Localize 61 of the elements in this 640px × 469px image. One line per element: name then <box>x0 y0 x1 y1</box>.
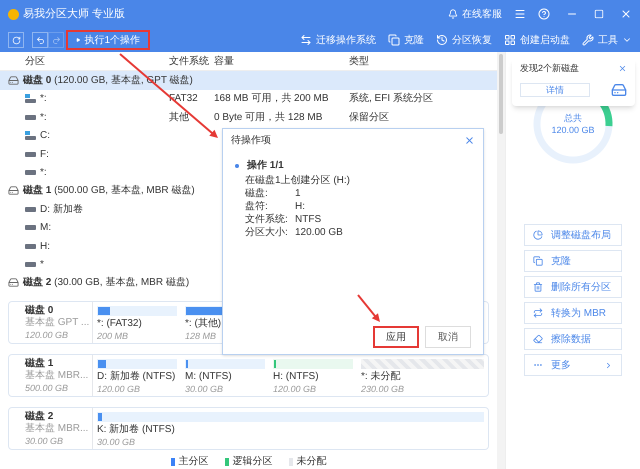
disk-type: 基本盘 GPT ... <box>25 316 90 329</box>
field-label: 盘符: <box>245 200 269 213</box>
field-label: 分区大小: <box>245 226 289 239</box>
partition-name: *: <box>40 166 47 180</box>
disk-size: 500.00 GB <box>25 382 70 394</box>
table-cell-text: 其他 <box>168 110 190 125</box>
dialog-title: 待操作项 <box>231 134 271 148</box>
partition-size: 120.00 GB <box>273 383 318 396</box>
disk-type: 基本盘 MBR... <box>25 422 90 435</box>
field-label: 磁盘: <box>245 187 269 200</box>
operation-description: 在磁盘1上创建分区 (H:) <box>244 174 351 187</box>
donut-value: 120.00 GB <box>551 124 595 136</box>
partition-name: H: <box>40 240 50 254</box>
field-value: H: <box>295 200 305 213</box>
partition-label: *: (其他) <box>185 318 222 330</box>
column-header: 文件系统 <box>168 54 210 69</box>
column-header: 分区 <box>24 54 46 69</box>
field-value: 1 <box>295 187 301 200</box>
partition-name: D: 新加卷 <box>40 202 83 217</box>
disk-size: 30.00 GB <box>25 434 64 447</box>
legend-label: 主分区 <box>178 454 208 469</box>
partition-size: 200 MB <box>97 330 130 342</box>
notice-text: 发现2个新磁盘 <box>520 62 580 75</box>
disk-name: 磁盘 2 <box>25 410 54 422</box>
disk-label: 磁盘 1 (500.00 GB, 基本盘, MBR 磁盘) <box>23 184 195 198</box>
partition-name: *: <box>40 110 47 125</box>
disk-type: 基本盘 MBR... <box>25 370 90 382</box>
column-header: 类型 <box>348 54 370 69</box>
field-value: NTFS <box>295 213 322 226</box>
partition-size: 128 MB <box>185 330 218 342</box>
disk-label: 磁盘 2 (30.00 GB, 基本盘, MBR 磁盘) <box>23 276 190 290</box>
disk-name: 磁盘 1 <box>25 358 54 370</box>
partition-size: 230.00 GB <box>361 383 406 396</box>
partition-name: F: <box>40 148 49 162</box>
table-cell-text: 系统, EFI 系统分区 <box>348 92 433 106</box>
partition-label: *: 未分配 <box>361 371 402 384</box>
field-value: 120.00 GB <box>295 226 343 239</box>
table-cell-text: 168 MB 可用，共 200 MB <box>213 92 330 106</box>
partition-label: D: 新加卷 (NTFS) <box>97 371 176 384</box>
legend-label: 逻辑分区 <box>232 454 272 469</box>
disk-size: 120.00 GB <box>25 328 70 341</box>
partition-label: *: (FAT32) <box>97 318 143 330</box>
disk-name: 磁盘 0 <box>25 304 54 316</box>
donut-label: 总共 <box>564 112 582 124</box>
partition-size: 30.00 GB <box>97 436 136 448</box>
partition-name: C: <box>40 129 50 144</box>
partition-name: * <box>40 258 44 272</box>
field-label: 文件系统: <box>245 213 289 226</box>
table-cell-text: 保留分区 <box>348 110 389 125</box>
partition-size: 120.00 GB <box>97 383 142 396</box>
partition-name: *: <box>40 92 47 106</box>
partition-label: K: 新加卷 (NTFS) <box>97 424 176 436</box>
legend-label: 未分配 <box>296 454 326 469</box>
partition-label: H: (NTFS) <box>273 371 320 384</box>
partition-name: M: <box>40 221 52 236</box>
operation-heading: 操作 1/1 <box>247 159 284 172</box>
column-header: 容量 <box>213 54 235 69</box>
partition-label: M: (NTFS) <box>185 371 233 384</box>
partition-size: 30.00 GB <box>185 383 224 396</box>
table-cell-text: 0 Byte 可用，共 128 MB <box>213 110 324 125</box>
window-title: 易我分区大师 专业版 <box>23 6 126 22</box>
